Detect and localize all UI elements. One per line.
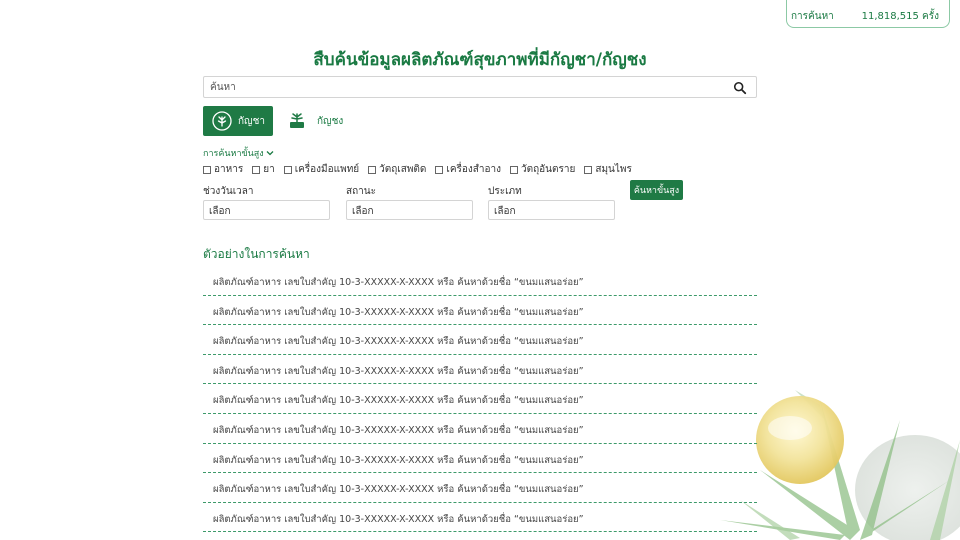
search-icon[interactable] — [733, 81, 747, 95]
category-herbal[interactable]: สมุนไพร — [584, 162, 632, 177]
category-cosmetics[interactable]: เครื่องสำอาง — [435, 162, 501, 177]
tab-hemp[interactable]: กัญชง — [281, 106, 345, 136]
checkbox[interactable] — [252, 165, 261, 174]
example-item[interactable]: ผลิตภัณฑ์อาหาร เลขใบสำคัญ 10-3-XXXXX-X-X… — [203, 325, 757, 355]
example-item[interactable]: ผลิตภัณฑ์อาหาร เลขใบสำคัญ 10-3-XXXXX-X-X… — [203, 355, 757, 385]
type-select[interactable]: เลือก — [488, 200, 615, 220]
category-hazardous[interactable]: วัตถุอันตราย — [510, 162, 575, 177]
example-item[interactable]: ผลิตภัณฑ์อาหาร เลขใบสำคัญ 10-3-XXXXX-X-X… — [203, 384, 757, 414]
category-label: วัตถุอันตราย — [521, 164, 576, 175]
example-item[interactable]: ผลิตภัณฑ์อาหาร เลขใบสำคัญ 10-3-XXXXX-X-X… — [203, 414, 757, 444]
category-drug[interactable]: ยา — [252, 162, 275, 177]
example-item[interactable]: ผลิตภัณฑ์อาหาร เลขใบสำคัญ 10-3-XXXXX-X-X… — [203, 503, 757, 533]
category-medical-device[interactable]: เครื่องมือแพทย์ — [283, 162, 360, 177]
example-item[interactable]: ผลิตภัณฑ์อาหาร เลขใบสำคัญ 10-3-XXXXX-X-X… — [203, 444, 757, 474]
stats-search-value: 11,818,515 ครั้ง — [861, 11, 939, 22]
stats-row-1: ู — [791, 0, 939, 1]
stats-box: ู การค้นหา 11,818,515 ครั้ง — [786, 0, 950, 28]
tab-cannabis-label: กัญชา — [238, 115, 265, 127]
tab-hemp-label: กัญชง — [317, 115, 344, 127]
type-label: ประเภท — [488, 186, 522, 197]
checkbox[interactable] — [283, 165, 292, 174]
chevron-down-icon — [266, 151, 274, 156]
checkbox[interactable] — [435, 165, 444, 174]
example-item[interactable]: ผลิตภัณฑ์อาหาร เลขใบสำคัญ 10-3-XXXXX-X-X… — [203, 266, 757, 296]
tab-cannabis[interactable]: กัญชา — [203, 106, 273, 136]
search-box[interactable] — [203, 76, 757, 98]
search-input[interactable] — [210, 79, 720, 95]
example-item[interactable]: ผลิตภัณฑ์อาหาร เลขใบสำคัญ 10-3-XXXXX-X-X… — [203, 296, 757, 326]
example-item[interactable]: ผลิตภัณฑ์อาหาร เลขใบสำคัญ 10-3-XXXXX-X-X… — [203, 473, 757, 503]
stats-row-search-count: การค้นหา 11,818,515 ครั้ง — [791, 9, 939, 24]
category-label: อาหาร — [214, 164, 244, 175]
stats-search-label: การค้นหา — [791, 11, 834, 22]
date-range-select[interactable]: เลือก — [203, 200, 330, 220]
category-label: สมุนไพร — [595, 164, 632, 175]
checkbox[interactable] — [368, 165, 377, 174]
checkbox[interactable] — [584, 165, 593, 174]
category-food[interactable]: อาหาร — [203, 162, 243, 177]
page-title: สืบค้นข้อมูลผลิตภัณฑ์สุขภาพที่มีกัญชา/กั… — [313, 50, 647, 70]
status-label: สถานะ — [346, 186, 376, 197]
advanced-search-button[interactable]: ค้นหาขั้นสูง — [630, 180, 683, 200]
category-narcotics[interactable]: วัตถุเสพติด — [368, 162, 426, 177]
category-label: เครื่องมือแพทย์ — [294, 164, 360, 175]
hemp-plant-icon — [290, 113, 304, 128]
checkbox[interactable] — [510, 165, 518, 174]
examples-title: ตัวอย่างในการค้นหา — [203, 247, 310, 261]
advanced-search-toggle-label: การค้นหาขั้นสูง — [203, 149, 264, 159]
date-range-label: ช่วงวันเวลา — [203, 186, 254, 197]
category-label: วัตถุเสพติด — [379, 164, 427, 175]
category-checkboxes: อาหาร ยา เครื่องมือแพทย์ วัตถุเสพติด เคร… — [203, 162, 632, 177]
status-select[interactable]: เลือก — [346, 200, 473, 220]
cannabis-leaf-icon — [212, 111, 232, 131]
checkbox[interactable] — [203, 165, 211, 174]
advanced-search-toggle[interactable]: การค้นหาขั้นสูง — [203, 146, 274, 160]
category-label: เครื่องสำอาง — [446, 164, 501, 175]
example-list: ผลิตภัณฑ์อาหาร เลขใบสำคัญ 10-3-XXXXX-X-X… — [203, 266, 757, 533]
category-label: ยา — [263, 164, 275, 175]
